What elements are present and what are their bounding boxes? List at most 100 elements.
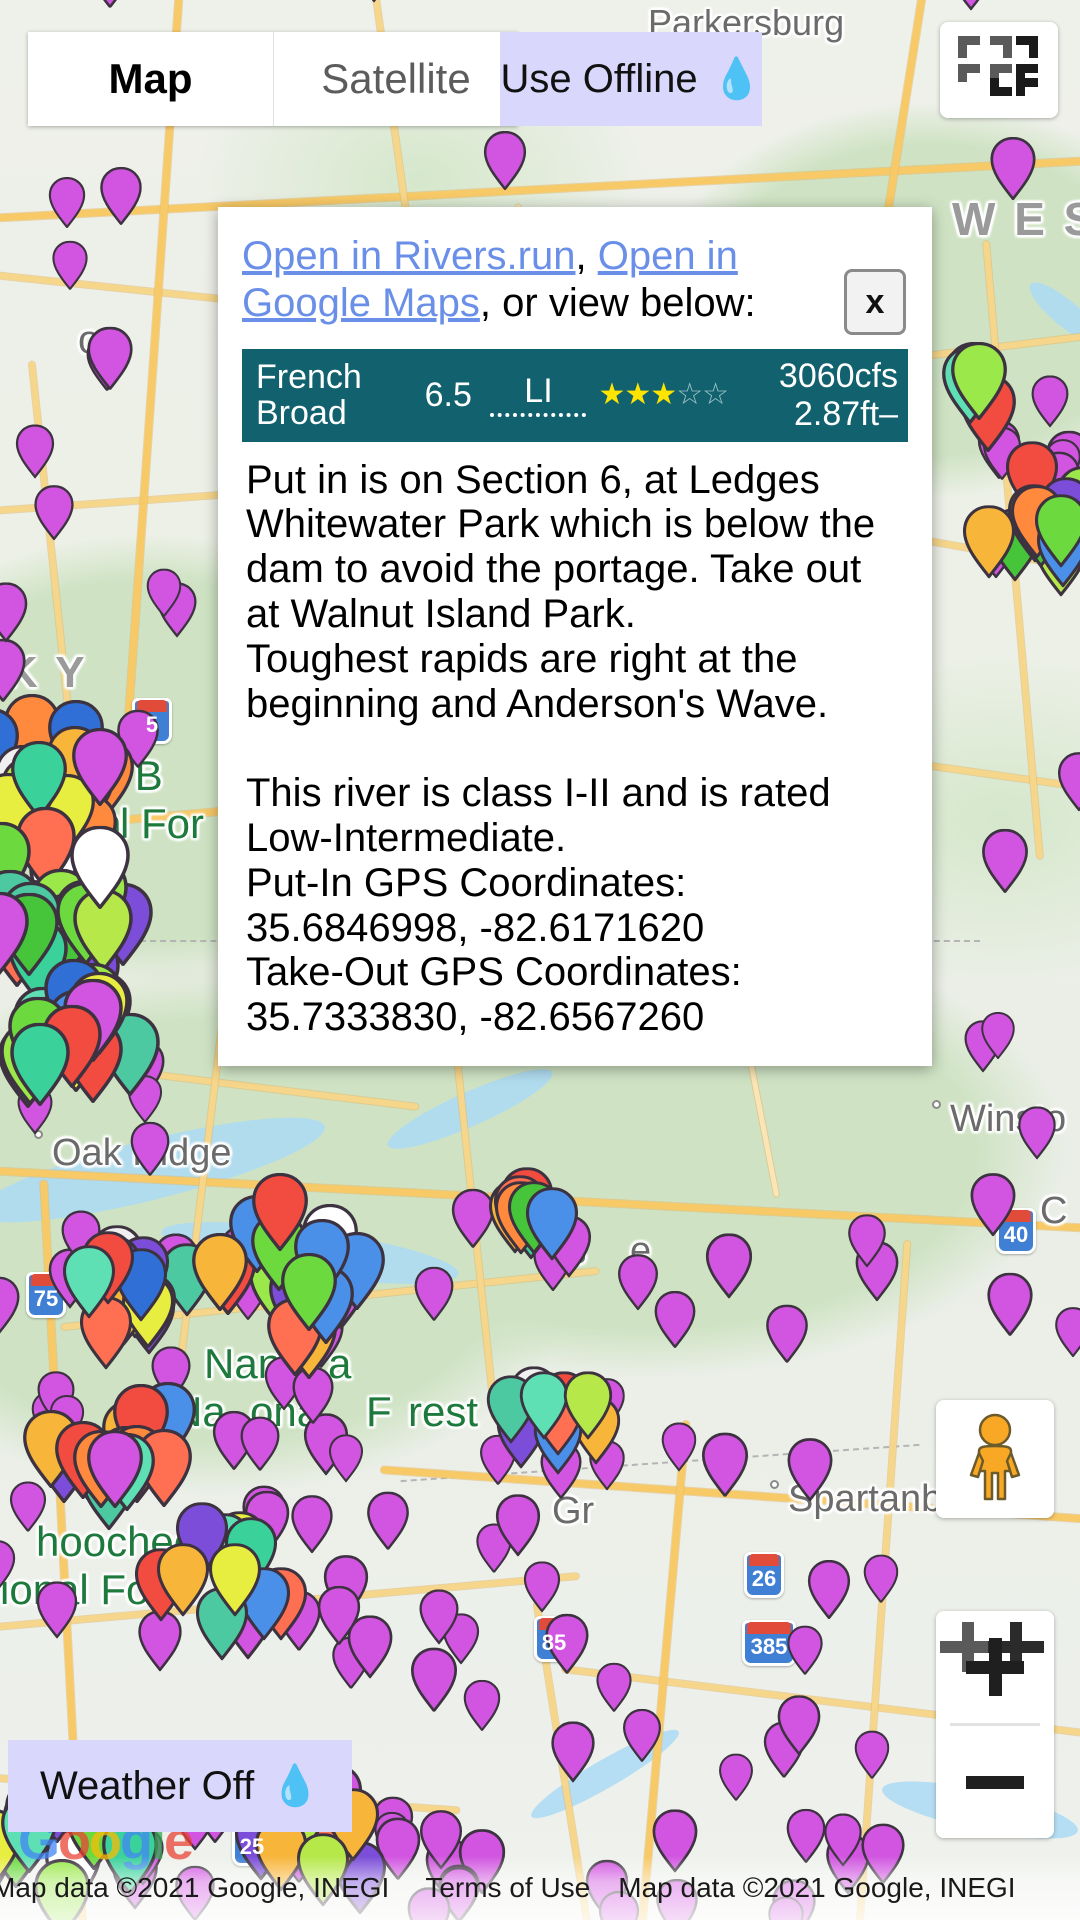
map-place-label: C <box>1040 1190 1068 1232</box>
droplet-icon: 💧 <box>711 57 762 101</box>
river-marker-pin[interactable] <box>410 1647 458 1712</box>
street-view-button[interactable] <box>936 1400 1054 1518</box>
map-type-button-satellite[interactable]: Satellite <box>273 32 518 126</box>
map-place-label: rest <box>408 1388 479 1435</box>
river-marker-pin[interactable] <box>787 1438 833 1501</box>
river-marker-pin[interactable] <box>414 1266 454 1321</box>
highway-number: 85 <box>541 1630 567 1655</box>
river-marker-pin[interactable] <box>551 1721 595 1782</box>
river-marker-pin[interactable] <box>356 0 392 2</box>
river-marker-pin[interactable] <box>1055 1307 1080 1357</box>
map-type-control[interactable]: Map Satellite <box>28 32 518 126</box>
river-marker-pin[interactable] <box>463 1679 501 1731</box>
river-marker-pin[interactable] <box>863 1554 899 1603</box>
river-marker-pin[interactable] <box>70 825 131 909</box>
river-marker-pin[interactable] <box>328 1434 364 1482</box>
star: ★ <box>624 378 651 412</box>
river-marker-pin[interactable] <box>990 136 1036 200</box>
river-marker-pin[interactable] <box>786 1808 826 1863</box>
open-in-rivers-run-link[interactable]: Open in Rivers.run <box>242 234 575 278</box>
map-type-button-map[interactable]: Map <box>28 32 273 126</box>
river-marker-pin[interactable] <box>777 1695 821 1755</box>
river-marker-pin[interactable] <box>0 1540 16 1591</box>
terms-of-use-link[interactable]: Terms of Use <box>425 1872 590 1904</box>
map-place-label: F <box>366 1388 392 1435</box>
river-description: Put in is on Section 6, at Ledges Whitew… <box>246 457 876 1040</box>
river-marker-pin[interactable] <box>34 485 74 540</box>
river-marker-pin[interactable] <box>854 1730 890 1779</box>
river-marker-pin[interactable] <box>10 1022 71 1106</box>
river-marker-pin[interactable] <box>0 891 29 975</box>
river-marker-pin[interactable] <box>100 166 142 225</box>
river-difficulty-class[interactable]: LI <box>490 373 587 417</box>
river-marker-pin[interactable] <box>367 1491 410 1550</box>
zoom-out-button[interactable] <box>936 1726 1054 1838</box>
river-marker-pin[interactable] <box>48 177 86 228</box>
river-marker-pin[interactable] <box>705 1233 753 1298</box>
river-marker-pin[interactable] <box>596 1662 632 1712</box>
close-icon[interactable]: x <box>844 269 906 335</box>
river-marker-pin[interactable] <box>52 240 88 290</box>
river-marker-pin[interactable] <box>72 728 129 806</box>
river-marker-pin[interactable] <box>495 1494 541 1556</box>
flow-cfs: 3060cfs <box>778 357 898 396</box>
river-marker-pin[interactable] <box>766 1304 809 1363</box>
highway-number: 75 <box>33 1286 59 1311</box>
map-application: ParkersburgW E SonK YDaniel BNationl For… <box>0 0 1080 1920</box>
map-attribution-bar: Map data ©2021 Google, INEGI Terms of Us… <box>0 1856 1080 1920</box>
river-marker-pin[interactable] <box>981 1012 1015 1059</box>
river-marker-pin[interactable] <box>525 1187 579 1260</box>
river-marker-pin[interactable] <box>951 342 1008 420</box>
river-marker-pin[interactable] <box>192 1233 249 1311</box>
river-summary-bar: French Broad 6.5 LI ★★★☆☆ 3060cfs 2.87ft… <box>242 349 908 442</box>
river-marker-pin[interactable] <box>950 0 992 10</box>
river-marker-pin[interactable] <box>701 1432 749 1497</box>
fullscreen-button[interactable] <box>940 22 1058 118</box>
river-marker-pin[interactable] <box>146 568 182 617</box>
river-marker-pin[interactable] <box>281 1253 338 1331</box>
river-marker-pin[interactable] <box>1031 375 1069 427</box>
river-marker-pin[interactable] <box>0 1276 20 1334</box>
river-marker-pin[interactable] <box>483 130 527 190</box>
river-marker-pin[interactable] <box>36 1581 78 1638</box>
river-marker-pin[interactable] <box>982 828 1029 893</box>
river-marker-pin[interactable] <box>87 326 133 390</box>
river-marker-pin[interactable] <box>654 1290 696 1348</box>
river-marker-pin[interactable] <box>807 1559 851 1619</box>
river-marker-pin[interactable] <box>88 0 133 8</box>
river-marker-pin[interactable] <box>563 1371 613 1439</box>
river-marker-pin[interactable] <box>130 1121 170 1176</box>
river-marker-pin[interactable] <box>62 1245 116 1318</box>
river-marker-pin[interactable] <box>523 1561 561 1612</box>
river-marker-pin[interactable] <box>787 1625 823 1675</box>
river-marker-pin[interactable] <box>519 1371 569 1439</box>
river-section-number: 6.5 <box>424 375 472 414</box>
city-dot <box>770 1480 779 1489</box>
info-window-links: Open in Rivers.run, Open in Google Maps,… <box>242 233 908 327</box>
river-marker-pin[interactable] <box>291 1495 333 1553</box>
river-marker-pin[interactable] <box>987 1272 1033 1336</box>
river-name: French Broad <box>256 357 362 433</box>
highway-number: 385 <box>750 1634 788 1659</box>
river-marker-pin[interactable] <box>623 1708 662 1762</box>
river-marker-pin[interactable] <box>618 1254 659 1310</box>
river-marker-pin[interactable] <box>0 582 28 642</box>
river-marker-pin[interactable] <box>208 1543 262 1616</box>
river-marker-pin[interactable] <box>1018 1106 1056 1159</box>
use-offline-button[interactable]: Use Offline 💧 <box>500 32 762 126</box>
river-marker-pin[interactable] <box>719 1753 754 1801</box>
weather-toggle-button[interactable]: Weather Off 💧 <box>8 1740 352 1832</box>
river-marker-pin[interactable] <box>848 1214 887 1267</box>
zoom-control[interactable] <box>936 1611 1054 1838</box>
river-marker-pin[interactable] <box>661 1422 697 1471</box>
river-marker-pin[interactable] <box>240 1416 280 1471</box>
river-marker-pin[interactable] <box>1057 752 1080 811</box>
river-marker-pin[interactable] <box>419 1589 459 1644</box>
river-marker-pin[interactable] <box>15 424 55 478</box>
zoom-in-button[interactable] <box>936 1611 1054 1723</box>
river-marker-pin[interactable] <box>317 1585 361 1645</box>
river-marker-pin[interactable] <box>962 505 1016 578</box>
river-marker-pin[interactable] <box>87 1430 144 1508</box>
river-marker-pin[interactable] <box>0 638 26 702</box>
river-marker-pin[interactable] <box>1034 494 1080 567</box>
